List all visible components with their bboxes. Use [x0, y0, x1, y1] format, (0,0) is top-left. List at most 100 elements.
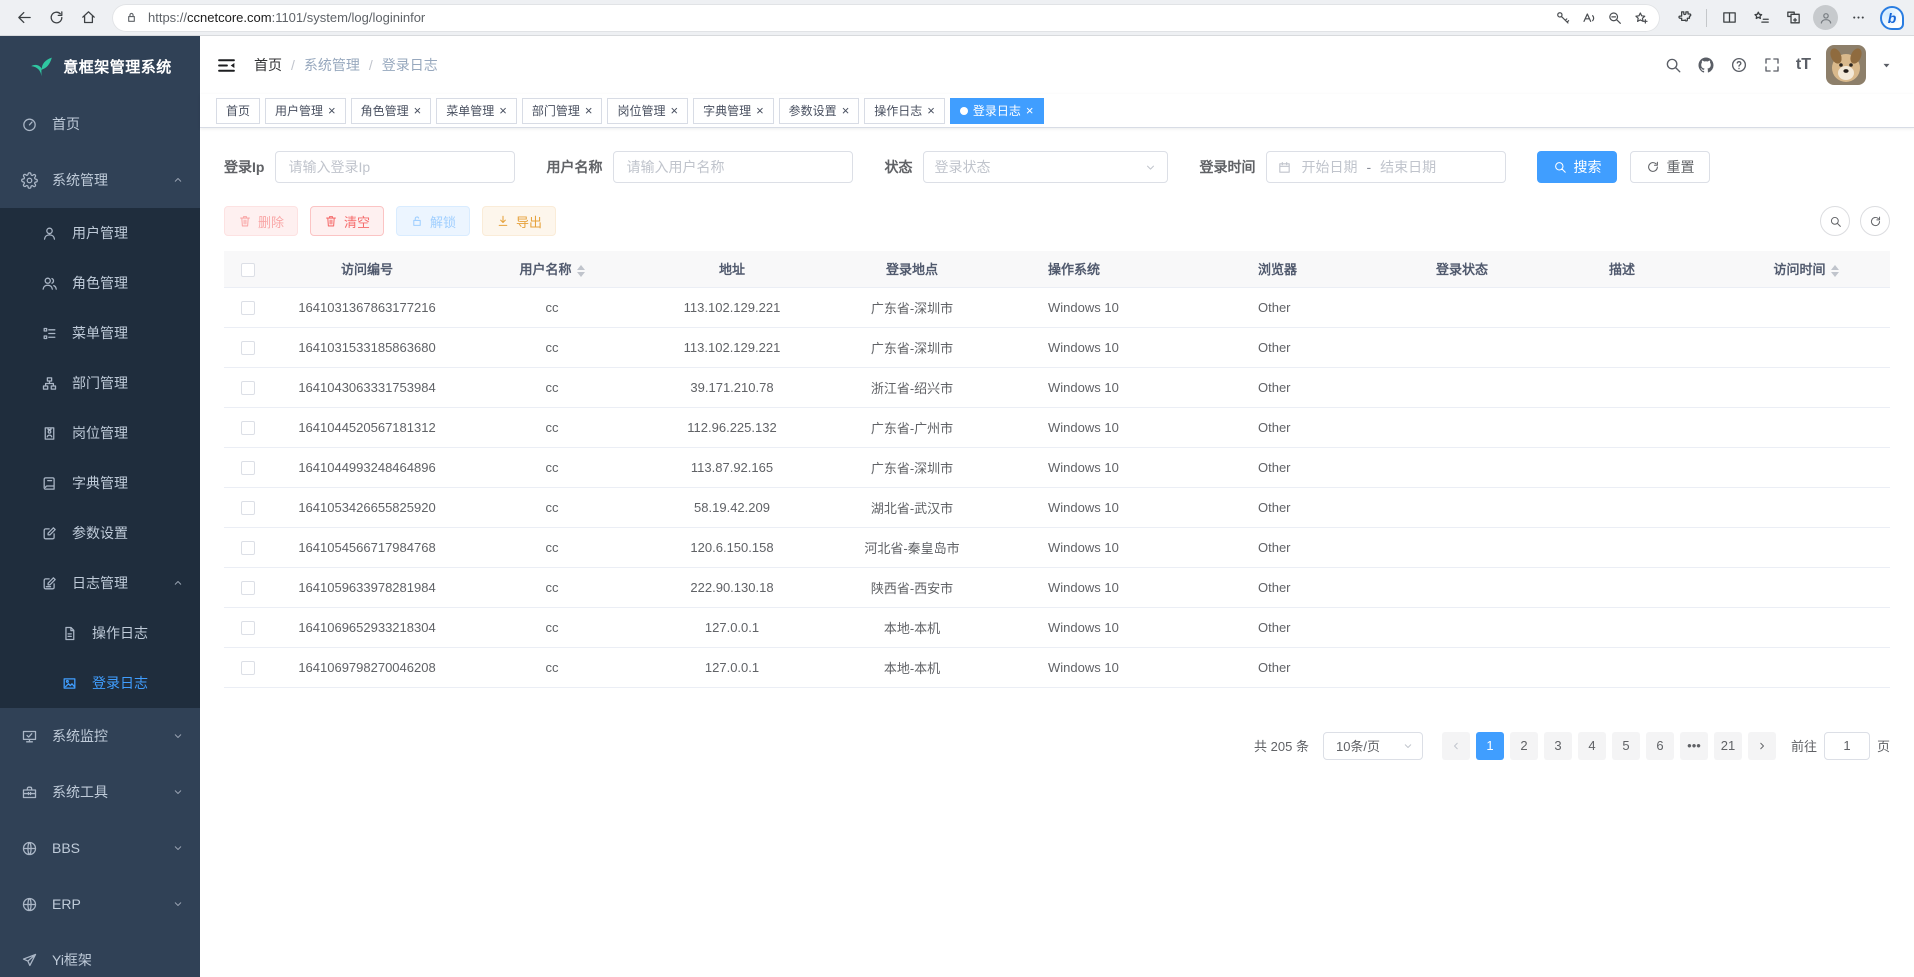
- tab-item[interactable]: 参数设置×: [779, 98, 860, 124]
- sidebar-item[interactable]: 操作日志: [0, 608, 200, 658]
- row-checkbox[interactable]: [241, 501, 255, 515]
- user-avatar[interactable]: [1826, 45, 1866, 85]
- sidebar-item[interactable]: 登录日志: [0, 658, 200, 708]
- next-page-button[interactable]: [1748, 732, 1776, 760]
- page-button[interactable]: 1: [1476, 732, 1504, 760]
- delete-button[interactable]: 删除: [224, 206, 298, 236]
- select-all-checkbox[interactable]: [241, 263, 255, 277]
- tab-close-icon[interactable]: ×: [328, 104, 336, 117]
- page-ellipsis[interactable]: •••: [1680, 732, 1708, 760]
- tab-close-icon[interactable]: ×: [414, 104, 422, 117]
- copilot-icon[interactable]: b: [1880, 6, 1904, 30]
- goto-page-input[interactable]: [1824, 732, 1870, 760]
- site-lock-icon[interactable]: [124, 10, 139, 25]
- sidebar-item[interactable]: 岗位管理: [0, 408, 200, 458]
- login-time-range-picker[interactable]: 开始日期 - 结束日期: [1266, 151, 1506, 183]
- tab-item[interactable]: 菜单管理×: [436, 98, 517, 124]
- tab-item[interactable]: 首页: [216, 98, 260, 124]
- split-screen-icon[interactable]: [1715, 4, 1743, 32]
- collections-icon[interactable]: [1779, 4, 1807, 32]
- github-icon[interactable]: [1697, 56, 1715, 74]
- page-button[interactable]: 3: [1544, 732, 1572, 760]
- row-checkbox[interactable]: [241, 621, 255, 635]
- header-search-icon[interactable]: [1664, 56, 1682, 74]
- reset-button[interactable]: 重置: [1630, 151, 1710, 183]
- browser-profile-avatar[interactable]: [1813, 5, 1838, 30]
- sidebar-item[interactable]: 系统工具: [0, 764, 200, 820]
- browser-more-icon[interactable]: [1844, 4, 1872, 32]
- password-key-icon[interactable]: [1550, 5, 1576, 31]
- row-checkbox[interactable]: [241, 341, 255, 355]
- page-button[interactable]: 21: [1714, 732, 1742, 760]
- sidebar-collapse-icon[interactable]: [216, 55, 237, 76]
- tab-close-icon[interactable]: ×: [927, 104, 935, 117]
- row-checkbox[interactable]: [241, 301, 255, 315]
- column-header[interactable]: 访问时间: [1722, 251, 1890, 287]
- unlock-button[interactable]: 解锁: [396, 206, 470, 236]
- prev-page-button[interactable]: [1442, 732, 1470, 760]
- column-header[interactable]: 用户名称: [462, 251, 642, 287]
- zoom-out-icon[interactable]: [1602, 5, 1628, 31]
- breadcrumb-item[interactable]: 首页: [254, 55, 282, 75]
- row-checkbox[interactable]: [241, 661, 255, 675]
- export-button[interactable]: 导出: [482, 206, 556, 236]
- browser-home-icon[interactable]: [74, 4, 102, 32]
- sidebar-item[interactable]: 菜单管理: [0, 308, 200, 358]
- sidebar-item[interactable]: 日志管理: [0, 558, 200, 608]
- address-bar[interactable]: https://ccnetcore.com:1101/system/log/lo…: [112, 4, 1660, 32]
- tab-item[interactable]: 用户管理×: [265, 98, 346, 124]
- tab-item[interactable]: 岗位管理×: [607, 98, 688, 124]
- extensions-icon[interactable]: [1670, 4, 1698, 32]
- status-select[interactable]: 登录状态: [923, 151, 1168, 183]
- row-checkbox[interactable]: [241, 461, 255, 475]
- tab-item[interactable]: 操作日志×: [864, 98, 945, 124]
- page-button[interactable]: 4: [1578, 732, 1606, 760]
- refresh-table-button[interactable]: [1860, 206, 1890, 236]
- tab-active[interactable]: 登录日志×: [950, 98, 1044, 124]
- tab-close-icon[interactable]: ×: [670, 104, 678, 117]
- avatar-caret-icon[interactable]: [1881, 60, 1892, 71]
- sidebar-item[interactable]: Yi框架: [0, 932, 200, 977]
- sidebar-item[interactable]: 系统监控: [0, 708, 200, 764]
- help-icon[interactable]: [1730, 56, 1748, 74]
- tab-close-icon[interactable]: ×: [756, 104, 764, 117]
- show-search-toggle-button[interactable]: [1820, 206, 1850, 236]
- app-logo[interactable]: 意框架管理系统: [0, 36, 200, 96]
- tab-close-icon[interactable]: ×: [842, 104, 850, 117]
- page-button[interactable]: 5: [1612, 732, 1640, 760]
- font-size-icon[interactable]: tT: [1796, 56, 1811, 74]
- search-button[interactable]: 搜索: [1537, 151, 1617, 183]
- sort-caret-icon[interactable]: [1831, 265, 1839, 277]
- tab-item[interactable]: 角色管理×: [351, 98, 432, 124]
- sidebar-item[interactable]: BBS: [0, 820, 200, 876]
- tab-close-icon[interactable]: ×: [1026, 104, 1034, 117]
- sidebar-item[interactable]: ERP: [0, 876, 200, 932]
- row-checkbox[interactable]: [241, 381, 255, 395]
- login-ip-input[interactable]: [275, 151, 515, 183]
- sidebar-item[interactable]: 系统管理: [0, 152, 200, 208]
- page-button[interactable]: 6: [1646, 732, 1674, 760]
- clear-button[interactable]: 清空: [310, 206, 384, 236]
- sidebar-item[interactable]: 用户管理: [0, 208, 200, 258]
- sidebar-item[interactable]: 参数设置: [0, 508, 200, 558]
- page-button[interactable]: 2: [1510, 732, 1538, 760]
- favorites-icon[interactable]: [1747, 4, 1775, 32]
- add-favorite-star-icon[interactable]: [1628, 5, 1654, 31]
- sidebar-item[interactable]: 首页: [0, 96, 200, 152]
- sidebar-item[interactable]: 字典管理: [0, 458, 200, 508]
- fullscreen-icon[interactable]: [1763, 56, 1781, 74]
- browser-back-icon[interactable]: [10, 4, 38, 32]
- sidebar-item[interactable]: 角色管理: [0, 258, 200, 308]
- tab-item[interactable]: 字典管理×: [693, 98, 774, 124]
- row-checkbox[interactable]: [241, 421, 255, 435]
- page-size-select[interactable]: 10条/页: [1323, 732, 1423, 760]
- user-name-input[interactable]: [613, 151, 853, 183]
- row-checkbox[interactable]: [241, 581, 255, 595]
- sort-caret-icon[interactable]: [577, 265, 585, 277]
- row-checkbox[interactable]: [241, 541, 255, 555]
- read-aloud-icon[interactable]: [1576, 5, 1602, 31]
- tab-close-icon[interactable]: ×: [499, 104, 507, 117]
- sidebar-item[interactable]: 部门管理: [0, 358, 200, 408]
- tab-close-icon[interactable]: ×: [585, 104, 593, 117]
- browser-refresh-icon[interactable]: [42, 4, 70, 32]
